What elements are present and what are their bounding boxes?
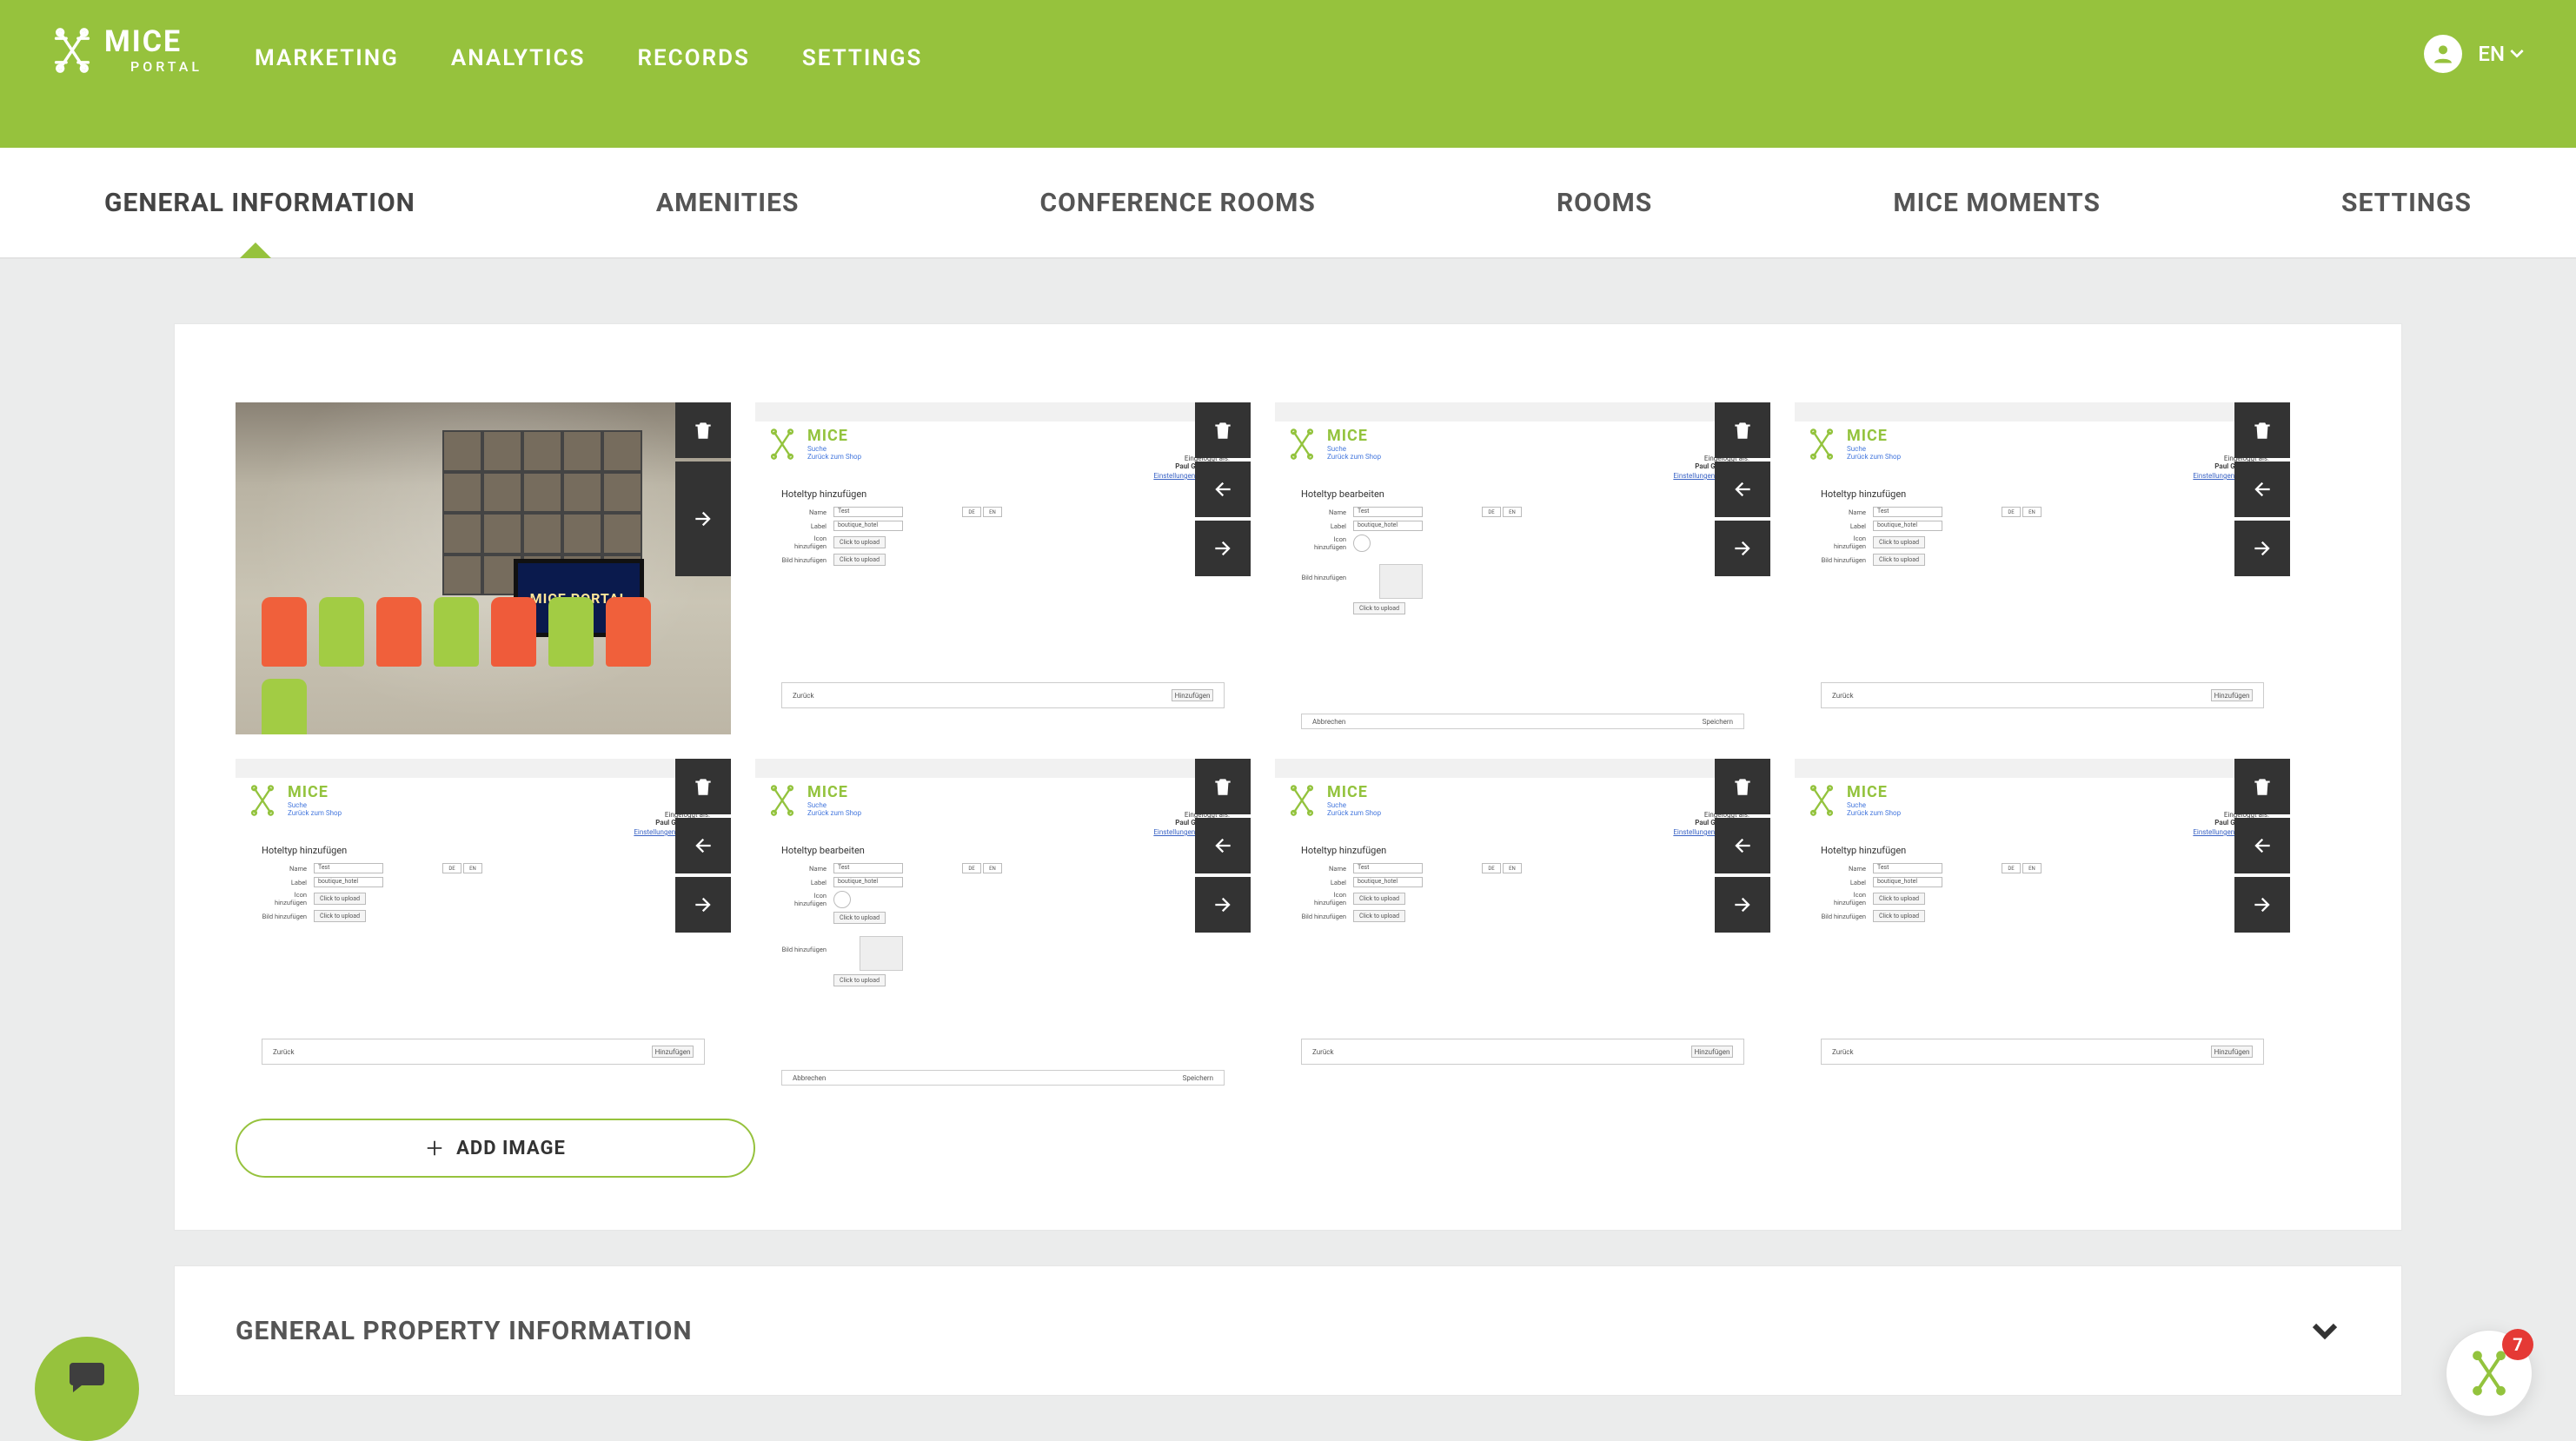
mice-logo-icon <box>766 428 799 461</box>
image-delete-button[interactable] <box>2234 759 2290 814</box>
plus-icon <box>425 1139 444 1158</box>
images-panel: MICE PORTAL <box>174 323 2402 1231</box>
mice-logo-icon <box>246 784 279 817</box>
gallery-image-2[interactable]: MICE SucheZurück zum Shop Eingeloggt als… <box>755 402 1251 734</box>
notification-badge: 7 <box>2502 1329 2533 1360</box>
tab-mice-moments[interactable]: MICE MOMENTS <box>1893 188 2101 218</box>
nav-marketing[interactable]: MARKETING <box>255 45 399 71</box>
brand-name: MICE <box>104 27 202 56</box>
language-label: EN <box>2478 42 2505 66</box>
gallery-image-7[interactable]: MICESucheZurück zum Shop Eingeloggt als:… <box>1275 759 1770 1091</box>
arrow-left-icon <box>692 834 714 857</box>
trash-icon <box>2251 775 2274 798</box>
gallery-image-6[interactable]: MICESucheZurück zum Shop Eingeloggt als:… <box>755 759 1251 1091</box>
gallery-image-4[interactable]: MICESucheZurück zum Shop Eingeloggt als:… <box>1795 402 2290 734</box>
trash-icon <box>1212 775 1234 798</box>
active-tab-indicator <box>240 242 271 258</box>
arrow-right-icon <box>1212 537 1234 560</box>
image-delete-button[interactable] <box>1195 402 1251 458</box>
image-move-right-button[interactable] <box>675 877 731 933</box>
chevron-down-icon <box>2510 49 2524 59</box>
gallery-image-1[interactable]: MICE PORTAL <box>236 402 731 734</box>
primary-nav: MARKETING ANALYTICS RECORDS SETTINGS <box>255 26 922 71</box>
mice-logo-icon <box>1285 784 1318 817</box>
accordion-title: GENERAL PROPERTY INFORMATION <box>236 1316 692 1346</box>
app-header: MICE PORTAL MARKETING ANALYTICS RECORDS … <box>0 0 2576 148</box>
image-move-right-button[interactable] <box>675 462 731 576</box>
chat-icon <box>66 1356 108 1398</box>
gallery-image-8[interactable]: MICESucheZurück zum Shop Eingeloggt als:… <box>1795 759 2290 1091</box>
arrow-right-icon <box>2251 893 2274 916</box>
image-move-right-button[interactable] <box>1715 521 1770 576</box>
mice-logo-icon <box>2466 1350 2513 1397</box>
section-tabs: GENERAL INFORMATION AMENITIES CONFERENCE… <box>0 148 2576 259</box>
image-delete-button[interactable] <box>2234 402 2290 458</box>
chevron-down-icon <box>2309 1315 2340 1346</box>
arrow-right-icon <box>692 893 714 916</box>
arrow-left-icon <box>1731 834 1754 857</box>
mice-logo-icon <box>1805 428 1838 461</box>
mice-logo-icon <box>1805 784 1838 817</box>
user-circle-icon <box>2431 42 2455 66</box>
mice-logo-icon <box>52 26 92 75</box>
image-move-left-button[interactable] <box>1715 462 1770 517</box>
gallery-image-3[interactable]: MICESucheZurück zum Shop Eingeloggt als:… <box>1275 402 1770 734</box>
nav-settings[interactable]: SETTINGS <box>802 45 922 71</box>
arrow-right-icon <box>2251 537 2274 560</box>
arrow-right-icon <box>1731 893 1754 916</box>
trash-icon <box>2251 419 2274 442</box>
brand-logo[interactable]: MICE PORTAL <box>52 26 202 75</box>
image-move-left-button[interactable] <box>2234 818 2290 873</box>
image-move-left-button[interactable] <box>675 818 731 873</box>
mice-logo-icon <box>1285 428 1318 461</box>
image-move-right-button[interactable] <box>1195 521 1251 576</box>
tab-settings[interactable]: SETTINGS <box>2341 188 2472 218</box>
image-move-right-button[interactable] <box>1715 877 1770 933</box>
arrow-left-icon <box>2251 834 2274 857</box>
image-delete-button[interactable] <box>1195 759 1251 814</box>
help-fab[interactable]: 7 <box>2446 1330 2533 1417</box>
content-area: MICE PORTAL <box>0 259 2576 1396</box>
gallery-image-5[interactable]: MICESucheZurück zum Shop Eingeloggt als:… <box>236 759 731 1091</box>
arrow-left-icon <box>1212 834 1234 857</box>
image-move-right-button[interactable] <box>1195 877 1251 933</box>
trash-icon <box>1212 419 1234 442</box>
arrow-left-icon <box>1212 478 1234 501</box>
language-selector[interactable]: EN <box>2478 42 2524 66</box>
image-delete-button[interactable] <box>675 402 731 458</box>
nav-records[interactable]: RECORDS <box>637 45 749 71</box>
tab-general-information[interactable]: GENERAL INFORMATION <box>104 188 415 218</box>
image-move-right-button[interactable] <box>2234 877 2290 933</box>
general-property-accordion[interactable]: GENERAL PROPERTY INFORMATION <box>174 1265 2402 1396</box>
brand-sub: PORTAL <box>130 60 202 74</box>
image-delete-button[interactable] <box>1715 402 1770 458</box>
trash-icon <box>1731 775 1754 798</box>
image-move-left-button[interactable] <box>1715 818 1770 873</box>
tab-rooms[interactable]: ROOMS <box>1557 188 1652 218</box>
arrow-right-icon <box>1212 893 1234 916</box>
arrow-right-icon <box>1731 537 1754 560</box>
add-image-label: ADD IMAGE <box>456 1138 566 1159</box>
nav-analytics[interactable]: ANALYTICS <box>451 45 586 71</box>
mice-logo-icon <box>766 784 799 817</box>
arrow-left-icon <box>2251 478 2274 501</box>
image-delete-button[interactable] <box>1715 759 1770 814</box>
image-delete-button[interactable] <box>675 759 731 814</box>
account-button[interactable] <box>2424 35 2462 73</box>
chat-fab[interactable] <box>35 1337 139 1441</box>
trash-icon <box>692 419 714 442</box>
image-move-left-button[interactable] <box>1195 462 1251 517</box>
tab-conference-rooms[interactable]: CONFERENCE ROOMS <box>1040 188 1316 218</box>
arrow-right-icon <box>692 508 714 530</box>
image-move-right-button[interactable] <box>2234 521 2290 576</box>
tab-amenities[interactable]: AMENITIES <box>656 188 800 218</box>
image-move-left-button[interactable] <box>1195 818 1251 873</box>
arrow-left-icon <box>1731 478 1754 501</box>
image-move-left-button[interactable] <box>2234 462 2290 517</box>
trash-icon <box>1731 419 1754 442</box>
trash-icon <box>692 775 714 798</box>
image-grid: MICE PORTAL <box>236 402 2340 1091</box>
add-image-button[interactable]: ADD IMAGE <box>236 1119 755 1178</box>
